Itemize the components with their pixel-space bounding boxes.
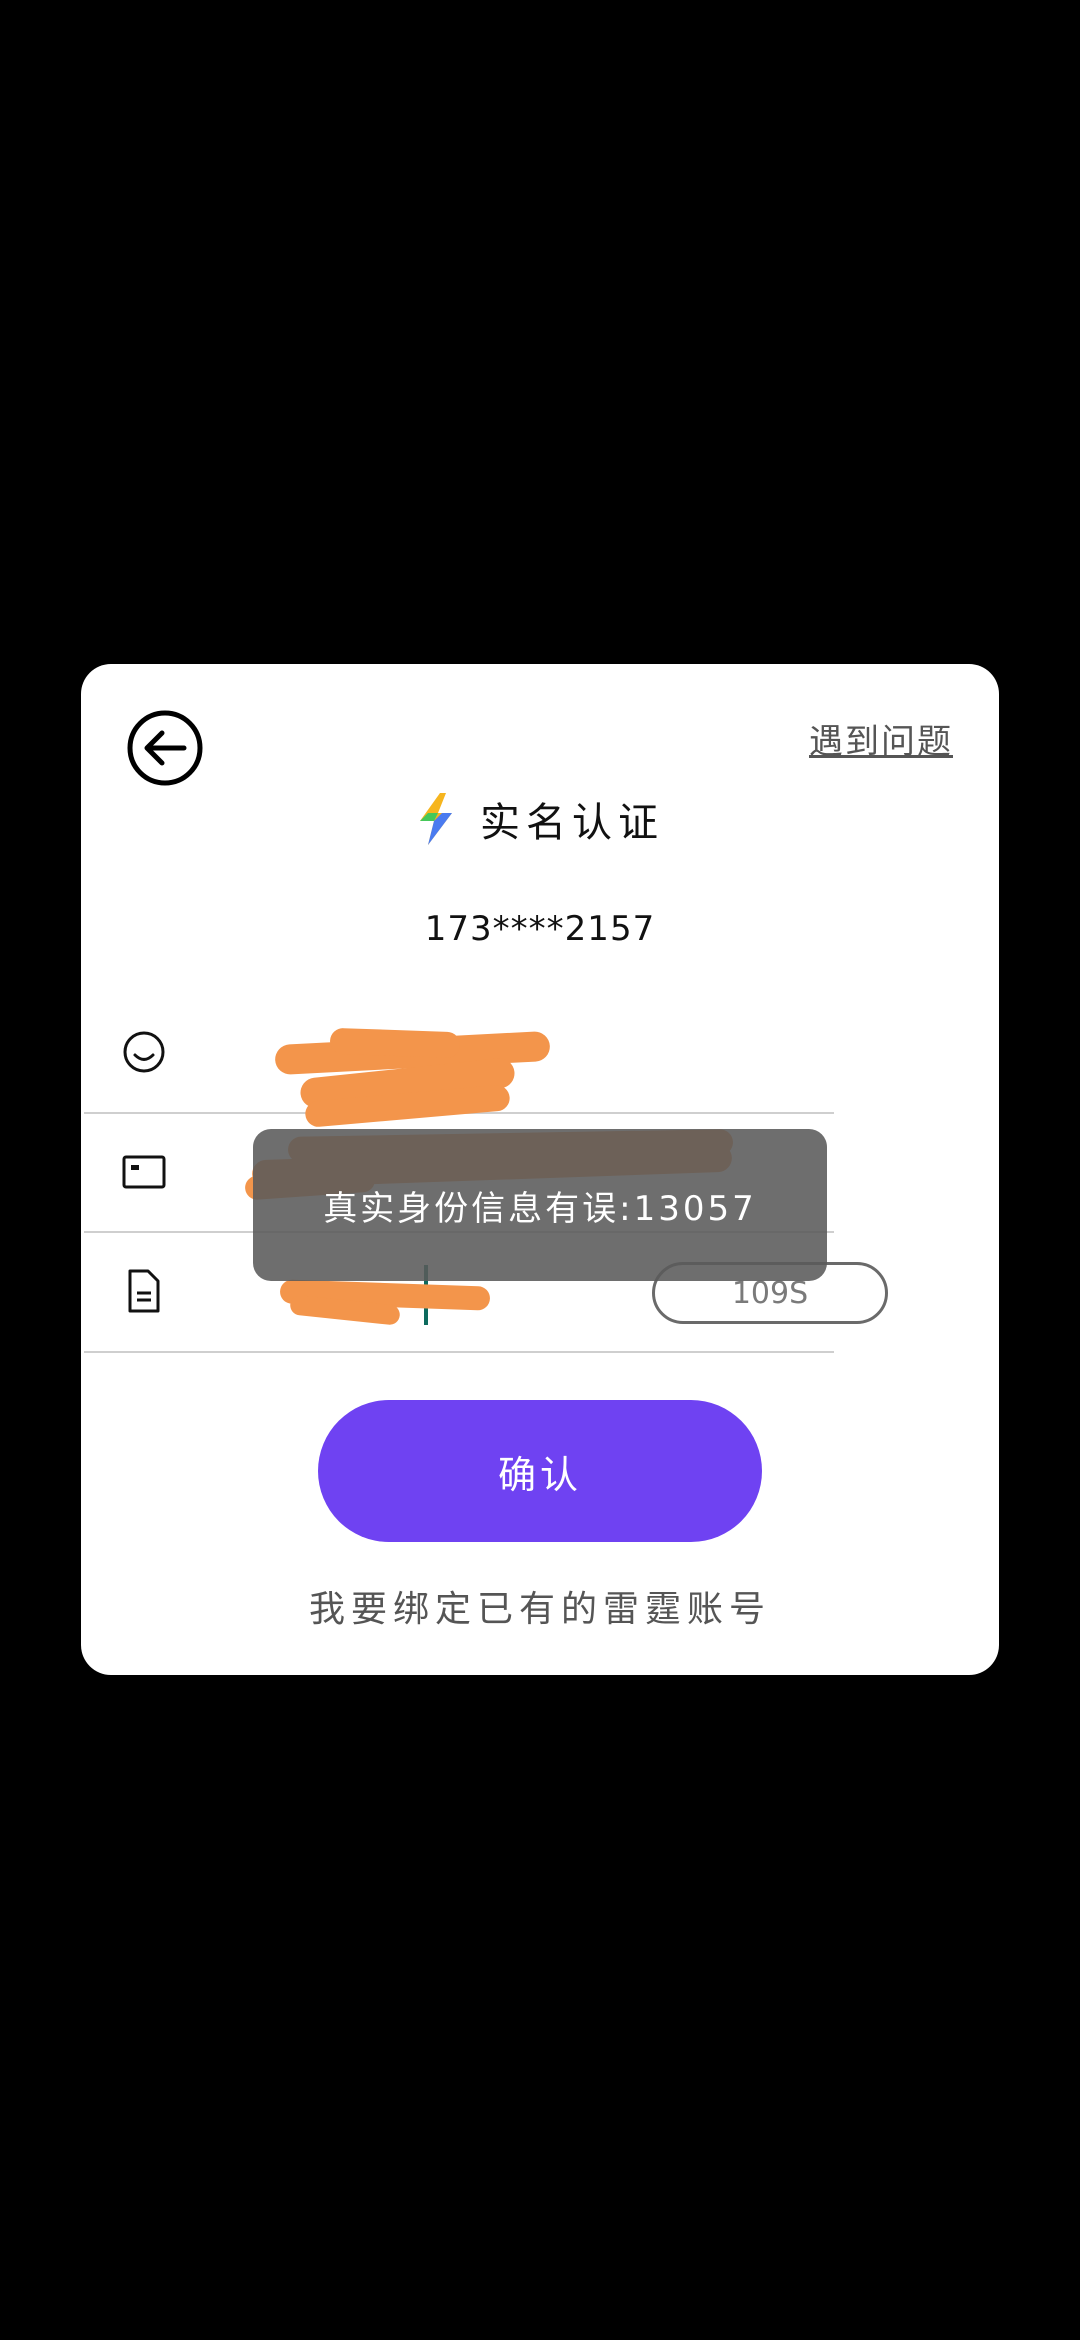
thunder-logo-icon [420,793,452,845]
toast-message: 真实身份信息有误:13057 [323,1188,757,1229]
error-toast: 真实身份信息有误:13057 [253,1129,827,1281]
phone-number: 173****2157 [424,909,656,949]
redaction-mark [329,1027,461,1059]
smiley-face-icon [123,1031,165,1073]
help-link[interactable]: 遇到问题 [809,714,953,763]
screen: 遇到问题 实名认证 173****2157 109S 确认 我要绑定已有的雷霆账… [0,0,1080,2340]
id-card-icon [122,1155,166,1189]
bind-existing-account-link[interactable]: 我要绑定已有的雷霆账号 [0,1580,1080,1632]
confirm-button[interactable]: 确认 [318,1400,762,1542]
page-title: 实名认证 [480,800,664,846]
back-button[interactable] [126,709,204,787]
back-arrow-icon [127,710,203,786]
title-row: 实名认证 [81,784,999,854]
document-icon [128,1269,160,1313]
